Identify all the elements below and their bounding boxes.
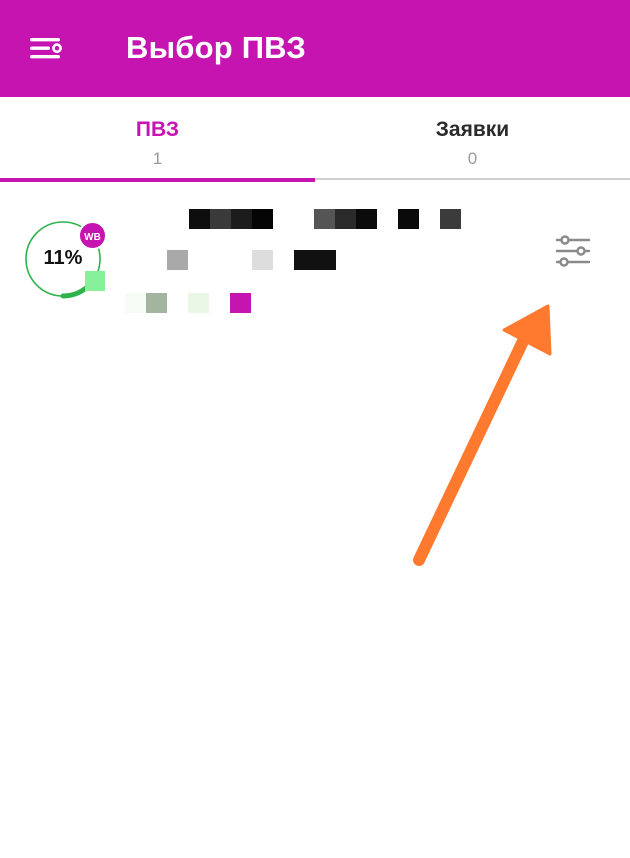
status-square xyxy=(85,271,105,291)
filter-button[interactable] xyxy=(554,234,592,268)
page-title: Выбор ПВЗ xyxy=(126,30,306,65)
top-app-bar: Выбор ПВЗ xyxy=(0,0,630,97)
wb-badge: WB xyxy=(78,221,107,250)
menu-button[interactable] xyxy=(24,28,70,68)
tab-requests[interactable]: Заявки 0 xyxy=(315,97,630,180)
pvz-list-item[interactable]: 11% WB xyxy=(0,182,630,332)
menu-settings-icon xyxy=(30,38,62,59)
sliders-icon xyxy=(555,235,591,267)
tab-pvz[interactable]: ПВЗ 1 xyxy=(0,97,315,182)
tab-bar: ПВЗ 1 Заявки 0 xyxy=(0,97,630,182)
app-screen: Выбор ПВЗ ПВЗ 1 Заявки 0 11% WB xyxy=(0,0,630,858)
tab-pvz-label: ПВЗ xyxy=(135,118,180,141)
tab-requests-count: 0 xyxy=(467,149,478,168)
tab-pvz-count: 1 xyxy=(152,149,163,168)
tab-requests-label: Заявки xyxy=(435,118,510,141)
